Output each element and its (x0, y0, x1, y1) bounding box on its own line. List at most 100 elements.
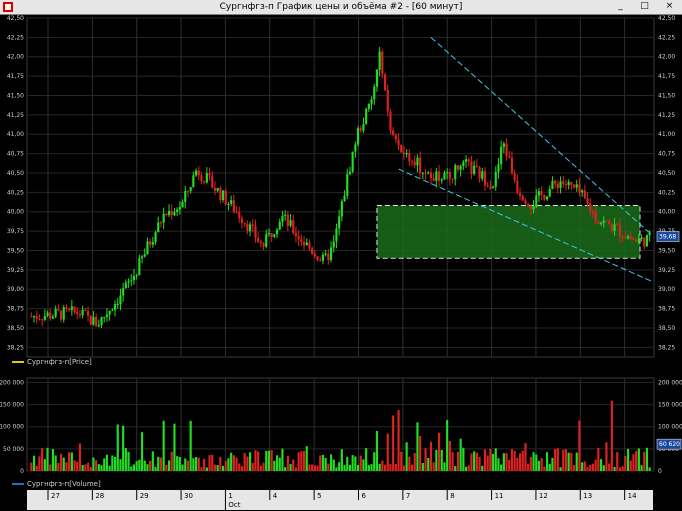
volume-bar[interactable] (173, 423, 176, 471)
volume-bar[interactable] (351, 455, 354, 471)
candle-body[interactable] (518, 193, 522, 196)
volume-bar[interactable] (73, 460, 76, 471)
volume-bar[interactable] (567, 452, 570, 471)
candle-body[interactable] (594, 211, 597, 222)
volume-bar[interactable] (605, 442, 608, 471)
candle-body[interactable] (591, 211, 595, 213)
candle-body[interactable] (251, 224, 254, 226)
candle-body[interactable] (162, 213, 165, 223)
volume-bar[interactable] (335, 467, 338, 471)
volume-bar[interactable] (548, 463, 551, 471)
volume-bar[interactable] (389, 463, 392, 471)
candle-body[interactable] (105, 314, 109, 317)
candle-body[interactable] (157, 222, 160, 233)
volume-bar[interactable] (254, 450, 257, 471)
volume-bar[interactable] (178, 456, 181, 471)
volume-bar[interactable] (362, 459, 365, 471)
volume-bar[interactable] (373, 452, 376, 471)
volume-bar[interactable] (475, 452, 478, 471)
volume-bar[interactable] (165, 464, 168, 471)
candle-body[interactable] (313, 253, 316, 257)
candle-body[interactable] (54, 308, 57, 317)
candle-body[interactable] (505, 143, 508, 157)
volume-bar[interactable] (246, 456, 249, 471)
volume-bar[interactable] (416, 422, 419, 471)
candle-body[interactable] (275, 229, 279, 235)
candle-body[interactable] (362, 123, 365, 131)
candle-body[interactable] (386, 90, 389, 112)
volume-bar[interactable] (491, 453, 495, 471)
volume-bar[interactable] (365, 448, 368, 471)
candle-body[interactable] (297, 236, 300, 240)
volume-bar[interactable] (543, 466, 546, 471)
candle-body[interactable] (467, 159, 470, 162)
volume-bar[interactable] (440, 449, 443, 471)
candle-body[interactable] (159, 222, 163, 224)
candle-body[interactable] (478, 167, 481, 179)
candle-body[interactable] (149, 241, 152, 245)
candle-body[interactable] (640, 237, 643, 239)
volume-bar[interactable] (348, 464, 352, 471)
volume-bar[interactable] (602, 465, 605, 471)
candle-body[interactable] (173, 211, 176, 216)
volume-bar[interactable] (570, 452, 573, 471)
volume-bar[interactable] (378, 463, 381, 471)
volume-bar[interactable] (427, 457, 430, 471)
candle-body[interactable] (564, 183, 568, 186)
volume-bar[interactable] (529, 456, 532, 471)
volume-bar[interactable] (392, 415, 395, 471)
candle-body[interactable] (554, 180, 557, 184)
candle-body[interactable] (132, 275, 136, 281)
candle-body[interactable] (73, 306, 76, 313)
volume-bar[interactable] (459, 438, 462, 471)
volume-bar[interactable] (194, 457, 198, 471)
volume-bar[interactable] (316, 465, 319, 471)
volume-bar[interactable] (454, 466, 457, 471)
volume-bar[interactable] (35, 465, 38, 471)
volume-bar[interactable] (524, 443, 527, 471)
volume-bar[interactable] (635, 450, 638, 471)
candle-body[interactable] (440, 179, 443, 181)
candle-body[interactable] (327, 253, 330, 261)
volume-bar[interactable] (483, 449, 487, 471)
candle-body[interactable] (51, 316, 55, 319)
volume-bar[interactable] (324, 457, 327, 471)
candle-body[interactable] (108, 310, 111, 315)
candle-body[interactable] (578, 184, 581, 193)
candle-body[interactable] (346, 174, 349, 196)
price-zone[interactable] (376, 205, 641, 259)
volume-bar[interactable] (640, 465, 643, 471)
candle-body[interactable] (462, 161, 465, 166)
candle-body[interactable] (165, 213, 168, 216)
candle-body[interactable] (257, 237, 260, 242)
volume-bar[interactable] (632, 454, 635, 471)
volume-bar[interactable] (300, 451, 303, 471)
volume-bar[interactable] (554, 449, 557, 471)
volume-bar[interactable] (208, 455, 211, 471)
candle-body[interactable] (281, 215, 284, 222)
candle-body[interactable] (556, 183, 559, 188)
volume-bar[interactable] (405, 442, 408, 471)
candle-body[interactable] (602, 220, 605, 223)
candle-body[interactable] (448, 172, 451, 179)
candle-body[interactable] (192, 175, 195, 188)
candle-body[interactable] (524, 200, 527, 204)
volume-bar[interactable] (281, 448, 284, 471)
volume-bar[interactable] (648, 467, 651, 471)
volume-bar[interactable] (540, 457, 543, 471)
candle-body[interactable] (176, 209, 179, 212)
volume-bar[interactable] (467, 465, 470, 471)
volume-bar[interactable] (402, 465, 406, 471)
volume-bar[interactable] (545, 452, 549, 471)
candle-body[interactable] (324, 253, 327, 255)
candle-body[interactable] (62, 307, 65, 320)
candle-body[interactable] (581, 190, 584, 193)
candle-body[interactable] (127, 281, 130, 283)
candle-body[interactable] (348, 171, 352, 175)
volume-bar[interactable] (127, 451, 130, 471)
volume-bar[interactable] (216, 465, 219, 471)
candle-body[interactable] (262, 242, 265, 247)
candle-body[interactable] (575, 184, 578, 188)
candle-body[interactable] (616, 224, 619, 226)
candle-body[interactable] (626, 236, 630, 239)
